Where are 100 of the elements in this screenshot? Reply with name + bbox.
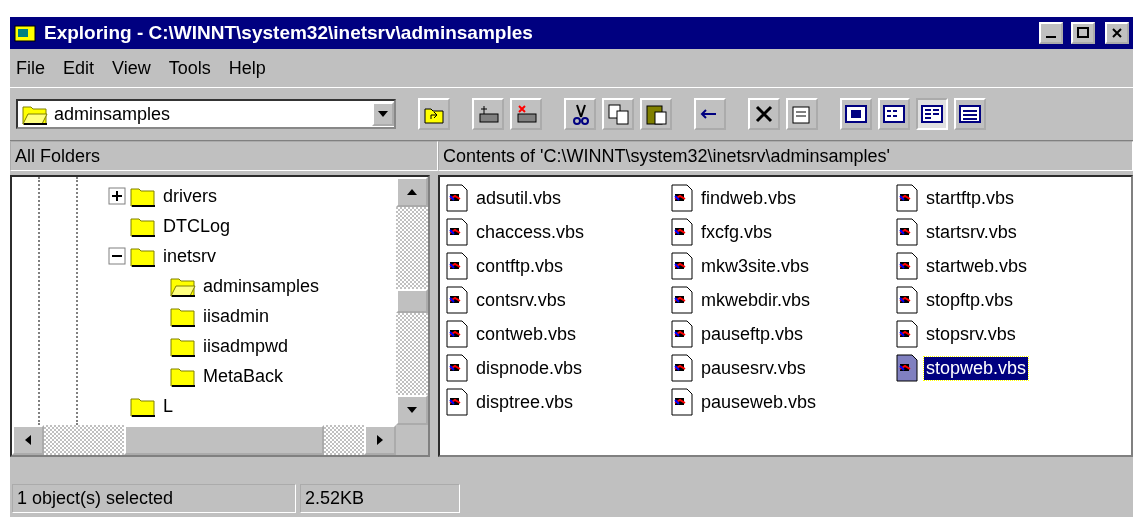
undo-button[interactable] (694, 98, 726, 130)
status-text: 1 object(s) selected (12, 484, 296, 513)
file-name[interactable]: fxcfg.vbs (699, 220, 775, 244)
script-file-icon (671, 388, 693, 416)
collapse-icon[interactable] (108, 247, 126, 265)
dropdown-button[interactable] (372, 102, 394, 126)
script-file-icon (446, 320, 468, 348)
pane-header: All Folders (10, 141, 438, 171)
file-name[interactable]: pauseweb.vbs (699, 390, 819, 414)
horizontal-scrollbar[interactable] (12, 425, 396, 455)
up-arrow-icon (407, 189, 417, 195)
file-name[interactable]: pauseftp.vbs (699, 322, 806, 346)
file-name[interactable]: mkwebdir.vbs (699, 288, 813, 312)
scrollbar-corner (396, 425, 428, 455)
paste-icon (644, 102, 668, 126)
file-name[interactable]: chaccess.vbs (474, 220, 587, 244)
script-file-icon (896, 184, 918, 212)
explorer-icon (14, 23, 36, 43)
script-file-icon (446, 286, 468, 314)
folder-tree-item[interactable]: MetaBack (200, 364, 287, 388)
caret-icon (378, 111, 388, 117)
script-file-icon (446, 388, 468, 416)
down-arrow-icon (407, 407, 417, 413)
scroll-down-button[interactable] (396, 395, 428, 425)
script-file-icon (896, 252, 918, 280)
cut-button[interactable] (564, 98, 596, 130)
script-file-icon (896, 286, 918, 314)
disconnect-drive-icon (514, 102, 538, 126)
menu-item[interactable]: File (16, 57, 45, 79)
maximize-icon (1077, 27, 1089, 39)
folder-tree-item[interactable]: DTCLog (160, 214, 234, 238)
maximize-button[interactable] (1071, 22, 1095, 44)
file-name[interactable]: startsrv.vbs (924, 220, 1019, 244)
close-button[interactable] (1105, 22, 1129, 44)
file-name[interactable]: dispnode.vbs (474, 356, 585, 380)
minimize-icon (1046, 36, 1056, 38)
large-buttons-view-icon[interactable] (840, 98, 872, 130)
menu-item[interactable]: Tools (168, 57, 211, 79)
file-name[interactable]: disptree.vbs (474, 390, 576, 414)
disconnect-drive-button[interactable] (510, 98, 542, 130)
left-arrow-icon (25, 435, 31, 445)
script-file-icon (671, 218, 693, 246)
script-file-icon (446, 252, 468, 280)
status-text: 2.52KB (300, 484, 460, 513)
menu-item[interactable]: Edit (63, 57, 95, 79)
file-name[interactable]: stopftp.vbs (924, 288, 1016, 312)
list-view-button[interactable] (916, 98, 948, 130)
minimize-button[interactable] (1039, 22, 1063, 44)
scroll-up-button[interactable] (396, 177, 428, 207)
file-name[interactable]: startweb.vbs (924, 254, 1030, 278)
scroll-left-button[interactable] (12, 425, 44, 455)
file-name[interactable]: contweb.vbs (474, 322, 579, 346)
copy-icon (606, 102, 630, 126)
right-arrow-icon (377, 435, 383, 445)
menu-item[interactable]: Help (228, 57, 266, 79)
script-file-icon (446, 184, 468, 212)
file-name[interactable]: contftp.vbs (474, 254, 566, 278)
script-file-icon (896, 218, 918, 246)
file-name[interactable]: startftp.vbs (924, 186, 1017, 210)
folder-tree-item[interactable]: inetsrv (160, 244, 219, 268)
window-title: Exploring - C:\WINNT\system32\inetsrv\adminsamples (44, 22, 534, 44)
folder-tree-item[interactable]: L (160, 394, 176, 418)
scrollbar-thumb[interactable] (124, 425, 324, 455)
address-dropdown[interactable]: adminsamples (16, 99, 396, 129)
script-file-icon (671, 320, 693, 348)
script-file-icon (671, 184, 693, 212)
vertical-scrollbar[interactable] (396, 177, 428, 425)
file-name[interactable]: pausesrv.vbs (699, 356, 808, 380)
small-icons-view-icon (882, 102, 906, 126)
script-file-icon (671, 286, 693, 314)
file-name[interactable]: findweb.vbs (699, 186, 799, 210)
script-file-icon (671, 354, 693, 382)
folder-tree-item[interactable]: drivers (160, 184, 220, 208)
folder-tree-item[interactable]: iisadmin (200, 304, 273, 328)
script-file-icon (671, 252, 693, 280)
file-name[interactable]: stopsrv.vbs (924, 322, 1018, 346)
folder-tree-item[interactable]: iisadmpwd (200, 334, 292, 358)
scroll-right-button[interactable] (364, 425, 396, 455)
small-buttons-view-icon[interactable] (878, 98, 910, 130)
properties-button[interactable] (786, 98, 818, 130)
expand-icon[interactable] (108, 187, 126, 205)
close-icon (1111, 27, 1123, 39)
file-name[interactable]: mkw3site.vbs (699, 254, 812, 278)
pane-header: Contents of 'C:\WINNT\system32\inetsrv\adminsamples' (438, 141, 1133, 171)
script-file-icon (896, 354, 918, 382)
file-name[interactable]: stopweb.vbs (924, 356, 1029, 380)
details-view-button[interactable] (954, 98, 986, 130)
script-file-icon (896, 320, 918, 348)
scrollbar-thumb[interactable] (396, 289, 428, 313)
delete-button[interactable] (748, 98, 780, 130)
copy-button[interactable] (602, 98, 634, 130)
list-view-icon (920, 102, 944, 126)
folder-tree-item[interactable]: adminsamples (200, 274, 323, 298)
map-drive-button[interactable] (472, 98, 504, 130)
details-view-icon (958, 102, 982, 126)
paste-button[interactable] (640, 98, 672, 130)
up-folder-button[interactable] (418, 98, 450, 130)
file-name[interactable]: contsrv.vbs (474, 288, 568, 312)
file-name[interactable]: adsutil.vbs (474, 186, 564, 210)
menu-item[interactable]: View (112, 57, 151, 79)
